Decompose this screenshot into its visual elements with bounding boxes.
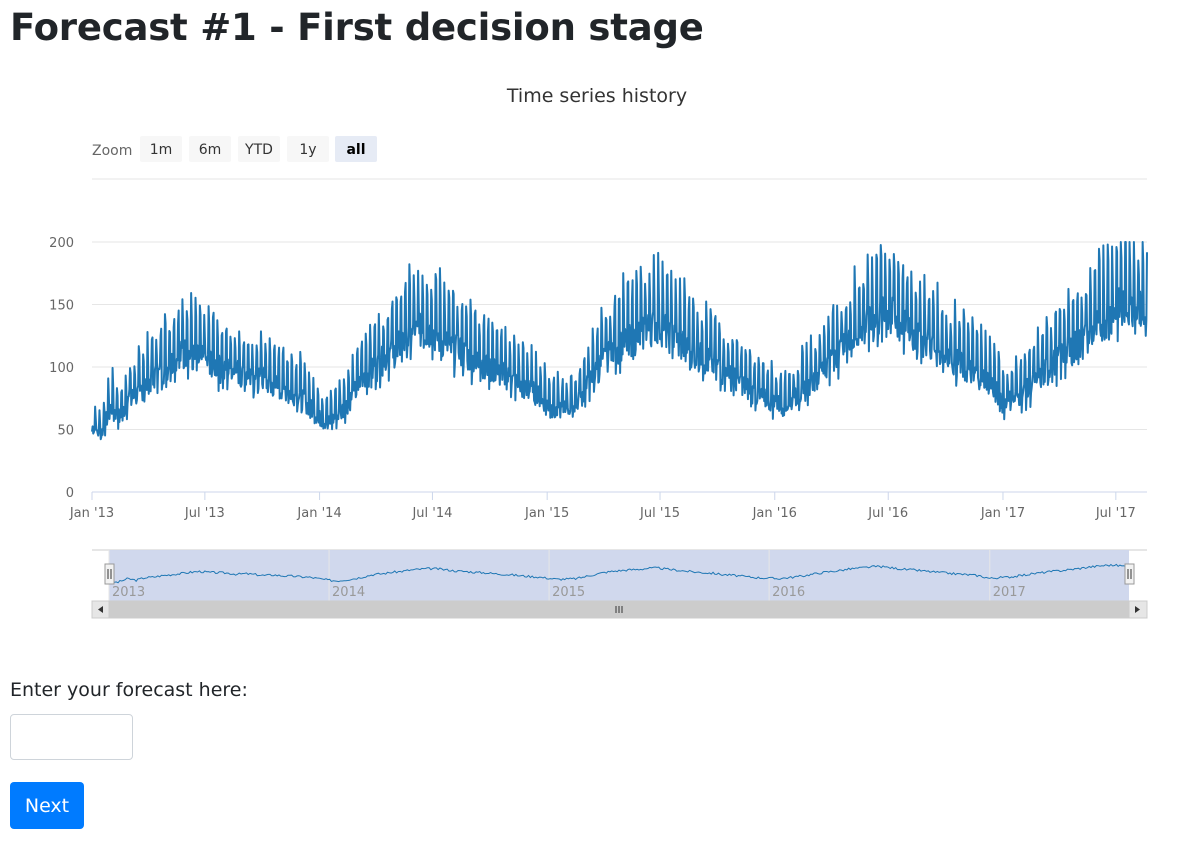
x-tick-label: Jan '16 [752,506,797,521]
navigator-year-label: 2013 [112,585,145,600]
zoom-button-label: YTD [244,142,273,158]
x-tick-label: Jul '14 [411,506,452,521]
y-tick-label: 0 [66,486,74,501]
navigator-year-label: 2015 [552,585,585,600]
zoom-button-ytd[interactable]: YTD [238,136,280,162]
zoom-button-label: 6m [199,142,222,158]
page-title: Forecast #1 - First decision stage [10,6,704,49]
navigator[interactable]: 2013 2014 2015 2016 2017 [92,549,1147,601]
scrollbar-left-button[interactable] [91,600,110,619]
y-tick-label: 100 [49,361,74,376]
navigator-handle-left[interactable] [104,563,115,585]
y-tick-label: 200 [49,236,74,251]
x-tick-label: Jan '13 [69,506,114,521]
scrollbar[interactable] [91,600,1148,619]
navigator-handle-right-body [1124,563,1135,585]
zoom-button-label: 1y [299,142,316,158]
zoom-button-6m[interactable]: 6m [189,136,231,162]
navigator-year-label: 2014 [332,585,365,600]
zoom-button-label: all [346,142,365,158]
zoom-button-1y[interactable]: 1y [287,136,329,162]
x-tick-label: Jan '15 [524,506,569,521]
zoom-button-1m[interactable]: 1m [140,136,182,162]
x-tick-label: Jul '13 [184,506,225,521]
time-series-chart: Time series history Zoom 1m 6m YTD 1y al… [0,70,1191,630]
x-tick-label: Jul '16 [867,506,908,521]
navigator-year-label: 2017 [993,585,1026,600]
forecast-input[interactable] [10,714,133,760]
navigator-handle-left-body [104,563,115,585]
scrollbar-right-button[interactable] [1128,600,1148,619]
x-tick-label: Jan '17 [980,506,1025,521]
zoom-button-label: 1m [150,142,173,158]
x-tick-label: Jan '14 [296,506,341,521]
zoom-button-all[interactable]: all [335,136,377,162]
x-tick-label: Jul '15 [639,506,680,521]
navigator-year-label: 2016 [772,585,805,600]
y-tick-label: 50 [57,424,74,439]
zoom-label: Zoom [92,143,132,159]
chart-canvas: Time series history Zoom 1m 6m YTD 1y al… [0,70,1191,630]
forecast-label: Enter your forecast here: [10,679,248,701]
x-tick-label: Jul '17 [1095,506,1136,521]
next-button[interactable]: Next [10,782,84,829]
navigator-handle-right[interactable] [1124,563,1135,585]
y-tick-label: 150 [49,299,74,314]
chart-title: Time series history [506,85,687,107]
